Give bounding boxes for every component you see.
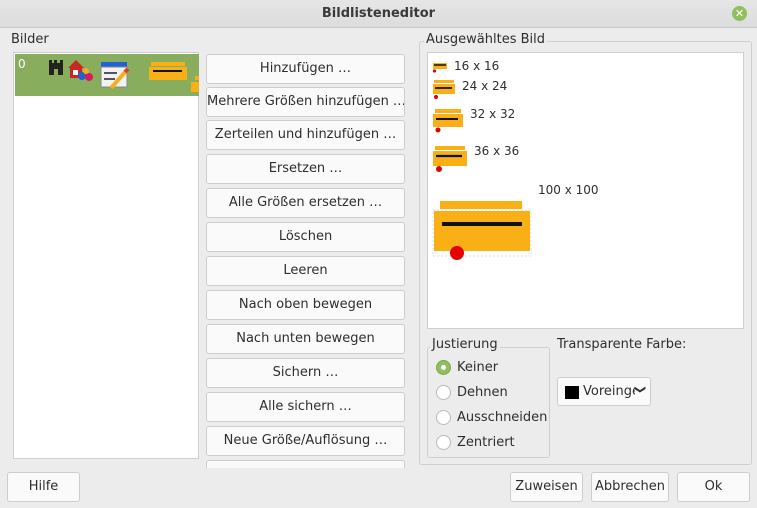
selected-image-label: Ausgewähltes Bild	[424, 32, 547, 47]
clear-button[interactable]: Leeren	[206, 256, 405, 286]
bench-16-icon	[432, 63, 447, 73]
radio-unchecked-icon[interactable]	[436, 385, 451, 400]
add-multiple-sizes-button[interactable]: Mehrere Größen hinzufügen …	[206, 87, 405, 117]
bench-32-icon	[433, 109, 463, 133]
bench-24-icon	[433, 80, 455, 99]
image-strip-icon	[49, 60, 199, 92]
radio-label: Zentriert	[457, 435, 515, 450]
radio-label: Keiner	[457, 360, 499, 375]
window-title: Bildlisteneditor	[321, 6, 436, 21]
radio-label: Ausschneiden	[457, 410, 548, 425]
size-label-24: 24 x 24	[462, 79, 508, 93]
ok-button[interactable]: Ok	[677, 472, 750, 502]
save-button[interactable]: Sichern …	[206, 358, 405, 388]
help-button[interactable]: Hilfe	[7, 472, 80, 502]
replace-button[interactable]: Ersetzen …	[206, 154, 405, 184]
image-list[interactable]: 0	[13, 52, 199, 459]
size-label-36: 36 x 36	[474, 144, 520, 158]
transparent-color-value: Voreingestellt	[583, 384, 635, 399]
assign-button[interactable]: Zuweisen	[510, 472, 583, 502]
cancel-button[interactable]: Abbrechen	[591, 472, 669, 502]
size-label-100: 100 x 100	[538, 183, 599, 197]
radio-label: Dehnen	[457, 385, 508, 400]
transparent-color-label: Transparente Farbe:	[557, 337, 687, 352]
images-label: Bilder	[11, 32, 49, 47]
split-add-button[interactable]: Zerteilen und hinzufügen …	[206, 120, 405, 150]
add-button[interactable]: Hinzufügen …	[206, 54, 405, 84]
list-item[interactable]: 0	[15, 54, 199, 96]
partially-hidden-button[interactable]	[206, 460, 405, 468]
new-size-button[interactable]: Neue Größe/Auflösung …	[206, 426, 405, 456]
title-bar: Bildlisteneditor ✕	[0, 0, 757, 28]
radio-unchecked-icon[interactable]	[436, 410, 451, 425]
transparent-color-select[interactable]: Voreingestellt ❯	[557, 377, 651, 406]
bench-100-icon	[432, 201, 532, 260]
color-swatch	[565, 386, 579, 399]
radio-unchecked-icon[interactable]	[436, 435, 451, 450]
move-down-button[interactable]: Nach unten bewegen	[206, 324, 405, 354]
move-up-button[interactable]: Nach oben bewegen	[206, 290, 405, 320]
replace-all-sizes-button[interactable]: Alle Größen ersetzen …	[206, 188, 405, 218]
delete-button[interactable]: Löschen	[206, 222, 405, 252]
bench-36-icon	[433, 146, 467, 172]
size-label-32: 32 x 32	[470, 107, 516, 121]
size-label-16: 16 x 16	[454, 59, 500, 73]
justification-label: Justierung	[430, 337, 500, 352]
radio-checked-icon[interactable]	[436, 360, 451, 375]
close-icon[interactable]: ✕	[732, 6, 747, 21]
chevron-down-icon: ❯	[633, 384, 647, 395]
image-preview: 16 x 16 24 x 24 32 x 32 36 x 36 100 x 10…	[427, 52, 744, 329]
list-item-index: 0	[18, 57, 26, 71]
save-all-button[interactable]: Alle sichern …	[206, 392, 405, 422]
